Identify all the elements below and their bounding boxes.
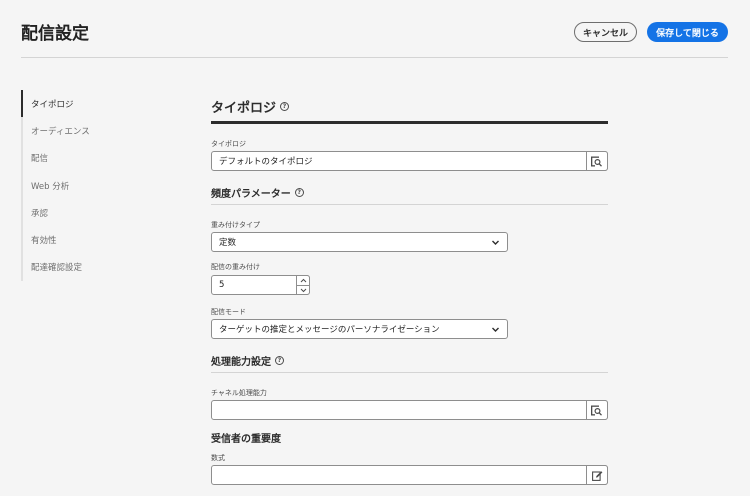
typology-title-text: タイポロジ — [211, 101, 277, 116]
search-list-icon — [591, 156, 602, 167]
weight-type-label: 重み付けタイプ — [211, 221, 260, 229]
frequency-divider — [211, 204, 608, 205]
browse-capacity-button[interactable] — [586, 400, 608, 420]
number-stepper — [296, 275, 310, 295]
info-icon[interactable]: ? — [280, 102, 290, 111]
delivery-weight-value: 5 — [219, 280, 225, 290]
chevron-down-icon — [492, 240, 499, 245]
importance-section-title: 受信者の重要度 — [211, 430, 281, 445]
edit-formula-button[interactable] — [586, 465, 608, 485]
nav-item-typology[interactable]: タイポロジ — [21, 90, 131, 118]
delivery-weight-label: 配信の重み付け — [211, 263, 260, 271]
formula-field[interactable] — [211, 465, 608, 485]
increment-button[interactable] — [297, 276, 309, 285]
formula-label: 数式 — [211, 454, 225, 462]
typology-title-rule — [211, 121, 608, 124]
weight-type-select[interactable]: 定数 — [211, 232, 508, 252]
chevron-up-icon — [300, 278, 306, 283]
nav-item-web-analytics[interactable]: Web 分析 — [23, 172, 131, 199]
chevron-down-icon — [300, 288, 306, 292]
capacity-divider — [211, 372, 608, 373]
nav-item-proof-settings[interactable]: 配達確認設定 — [23, 254, 131, 281]
frequency-section-title: 頻度パラメーター ? — [211, 185, 304, 200]
decrement-button[interactable] — [297, 285, 309, 294]
nav-item-delivery[interactable]: 配信 — [23, 145, 131, 172]
browse-typology-button[interactable] — [586, 151, 608, 171]
page-header: 配信設定 キャンセル 保存して閉じる — [0, 0, 750, 58]
nav-item-approval[interactable]: 承認 — [23, 199, 131, 226]
nav-item-validity[interactable]: 有効性 — [23, 226, 131, 253]
typology-field-label: タイポロジ — [211, 140, 246, 148]
delivery-mode-value: ターゲットの推定とメッセージのパーソナライゼーション — [219, 325, 440, 335]
nav-item-audience[interactable]: オーディエンス — [23, 117, 131, 144]
importance-title-text: 受信者の重要度 — [211, 434, 281, 445]
page-title: 配信設定 — [21, 24, 89, 44]
delivery-weight-stepper[interactable]: 5 — [211, 275, 310, 295]
info-icon[interactable]: ? — [294, 188, 304, 197]
capacity-section-title: 処理能力設定 ? — [211, 353, 284, 368]
header-divider — [21, 57, 728, 58]
channel-capacity-label: チャネル処理能力 — [211, 389, 267, 397]
search-list-icon — [591, 405, 602, 416]
section-nav: タイポロジ オーディエンス 配信 Web 分析 承認 有効性 配達確認設定 — [21, 90, 131, 282]
frequency-title-text: 頻度パラメーター — [211, 189, 291, 200]
info-icon[interactable]: ? — [275, 356, 284, 365]
typology-field[interactable]: デフォルトのタイポロジ — [211, 151, 608, 171]
edit-icon — [591, 470, 602, 481]
capacity-title-text: 処理能力設定 — [211, 357, 271, 368]
cancel-button[interactable]: キャンセル — [574, 22, 637, 42]
delivery-mode-select[interactable]: ターゲットの推定とメッセージのパーソナライゼーション — [211, 319, 508, 339]
delivery-mode-label: 配信モード — [211, 308, 246, 316]
typology-field-value: デフォルトのタイポロジ — [219, 157, 313, 167]
typology-section-title: タイポロジ ? — [211, 97, 290, 116]
channel-capacity-field[interactable] — [211, 400, 608, 420]
weight-type-value: 定数 — [219, 238, 237, 248]
chevron-down-icon — [492, 327, 499, 332]
save-and-close-button[interactable]: 保存して閉じる — [647, 22, 728, 42]
